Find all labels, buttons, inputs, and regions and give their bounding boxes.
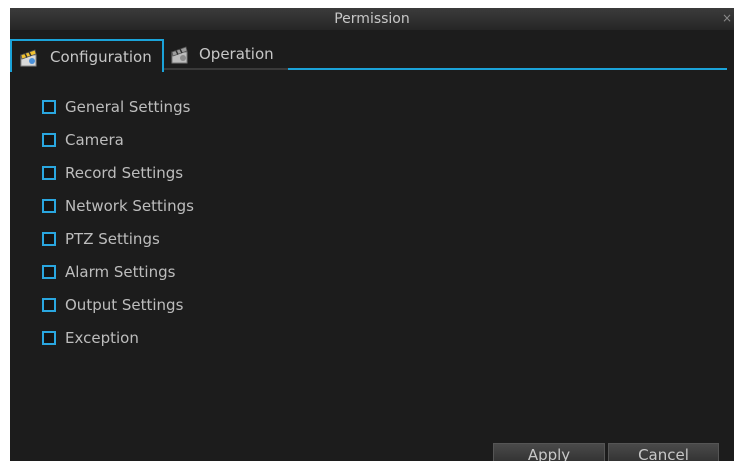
permission-label: PTZ Settings (65, 229, 160, 248)
permission-label: Record Settings (65, 163, 184, 182)
permission-label: Network Settings (65, 196, 194, 215)
clapperboard-icon (171, 46, 188, 64)
dialog-title: Permission (334, 11, 410, 27)
close-icon[interactable]: × (722, 8, 732, 28)
permission-item-network-settings: Network Settings (42, 189, 194, 222)
apply-button[interactable]: Apply (493, 443, 605, 461)
permission-item-alarm-settings: Alarm Settings (42, 255, 194, 288)
permission-dialog: Permission × Configuration Operation Gen… (10, 8, 734, 461)
tab-strip: Configuration Operation (10, 31, 734, 72)
clapperboard-icon (20, 48, 37, 66)
permission-item-ptz-settings: PTZ Settings (42, 222, 194, 255)
tab-label: Configuration (50, 47, 152, 66)
checkbox[interactable] (42, 297, 56, 312)
checkbox[interactable] (42, 132, 56, 147)
permission-label: General Settings (65, 97, 191, 116)
permission-item-exception: Exception (42, 321, 194, 354)
checkbox[interactable] (42, 99, 56, 114)
cancel-button[interactable]: Cancel (608, 443, 719, 461)
permission-label: Alarm Settings (65, 262, 176, 281)
permission-label: Output Settings (65, 295, 184, 314)
checkbox[interactable] (42, 165, 56, 180)
permission-item-output-settings: Output Settings (42, 288, 194, 321)
permission-item-record-settings: Record Settings (42, 156, 194, 189)
permission-label: Exception (65, 328, 139, 347)
checkbox[interactable] (42, 330, 56, 345)
permission-list: General Settings Camera Record Settings … (42, 90, 194, 354)
permission-item-camera: Camera (42, 123, 194, 156)
permission-item-general-settings: General Settings (42, 90, 194, 123)
permission-label: Camera (65, 130, 124, 149)
title-bar: Permission × (10, 8, 734, 30)
dialog-footer: Apply Cancel (10, 441, 734, 461)
tab-label: Operation (199, 45, 274, 63)
checkbox[interactable] (42, 264, 56, 279)
tab-configuration[interactable]: Configuration (10, 39, 164, 72)
checkbox[interactable] (42, 198, 56, 213)
checkbox[interactable] (42, 231, 56, 246)
tab-operation[interactable]: Operation (165, 39, 287, 69)
